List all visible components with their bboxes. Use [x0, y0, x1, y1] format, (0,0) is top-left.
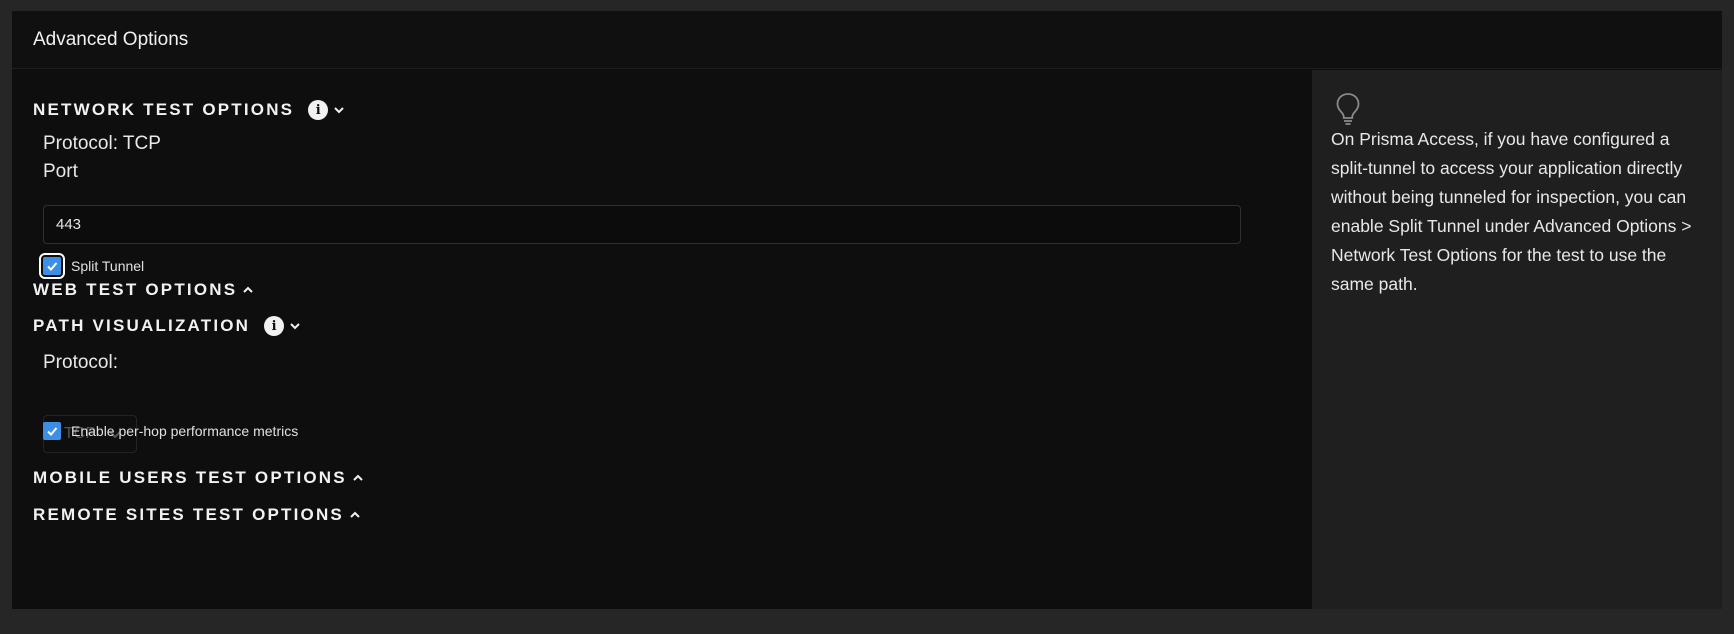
port-input[interactable]: 443 — [43, 205, 1241, 244]
network-protocol-text: Protocol: TCP — [43, 133, 161, 154]
per-hop-metrics-checkbox[interactable] — [43, 422, 61, 440]
network-test-options-header[interactable]: NETWORK TEST OPTIONS i — [33, 100, 345, 120]
panel-title: Advanced Options — [33, 28, 189, 50]
chevron-down-icon — [290, 323, 300, 330]
options-main: NETWORK TEST OPTIONS i Protocol: TCP Por… — [12, 70, 1312, 609]
panel-header: Advanced Options — [12, 11, 1722, 69]
chevron-up-icon — [243, 286, 253, 293]
lightbulb-icon — [1336, 93, 1360, 125]
checkmark-icon — [47, 427, 58, 436]
chevron-down-icon — [334, 107, 344, 114]
port-input-value: 443 — [56, 216, 82, 233]
per-hop-metrics-label: Enable per-hop performance metrics — [71, 423, 299, 439]
help-text: On Prisma Access, if you have configured… — [1331, 129, 1692, 294]
path-visualization-title: PATH VISUALIZATION — [33, 316, 251, 335]
per-hop-metrics-row[interactable]: Enable per-hop performance metrics — [43, 422, 298, 440]
info-icon[interactable]: i — [264, 316, 285, 336]
checkmark-icon — [47, 262, 58, 271]
web-test-options-title: WEB TEST OPTIONS — [33, 280, 238, 299]
help-sidebar: On Prisma Access, if you have configured… — [1312, 70, 1722, 609]
chevron-up-icon — [353, 474, 363, 481]
web-test-options-header[interactable]: WEB TEST OPTIONS — [33, 280, 254, 300]
mobile-users-test-options-header[interactable]: MOBILE USERS TEST OPTIONS — [33, 468, 364, 488]
path-protocol-label: Protocol: — [43, 352, 118, 373]
advanced-options-panel: Advanced Options NETWORK TEST OPTIONS i … — [12, 11, 1722, 609]
remote-sites-test-options-header[interactable]: REMOTE SITES TEST OPTIONS — [33, 505, 361, 525]
path-visualization-header[interactable]: PATH VISUALIZATION i — [33, 316, 301, 336]
port-label: Port — [43, 161, 78, 182]
remote-sites-test-options-title: REMOTE SITES TEST OPTIONS — [33, 505, 344, 524]
split-tunnel-label: Split Tunnel — [71, 258, 145, 274]
network-test-options-title: NETWORK TEST OPTIONS — [33, 100, 295, 119]
split-tunnel-checkbox[interactable] — [39, 253, 65, 279]
mobile-users-test-options-title: MOBILE USERS TEST OPTIONS — [33, 468, 347, 487]
info-icon[interactable]: i — [308, 100, 329, 120]
split-tunnel-row[interactable]: Split Tunnel — [39, 253, 145, 279]
chevron-up-icon — [350, 511, 360, 518]
